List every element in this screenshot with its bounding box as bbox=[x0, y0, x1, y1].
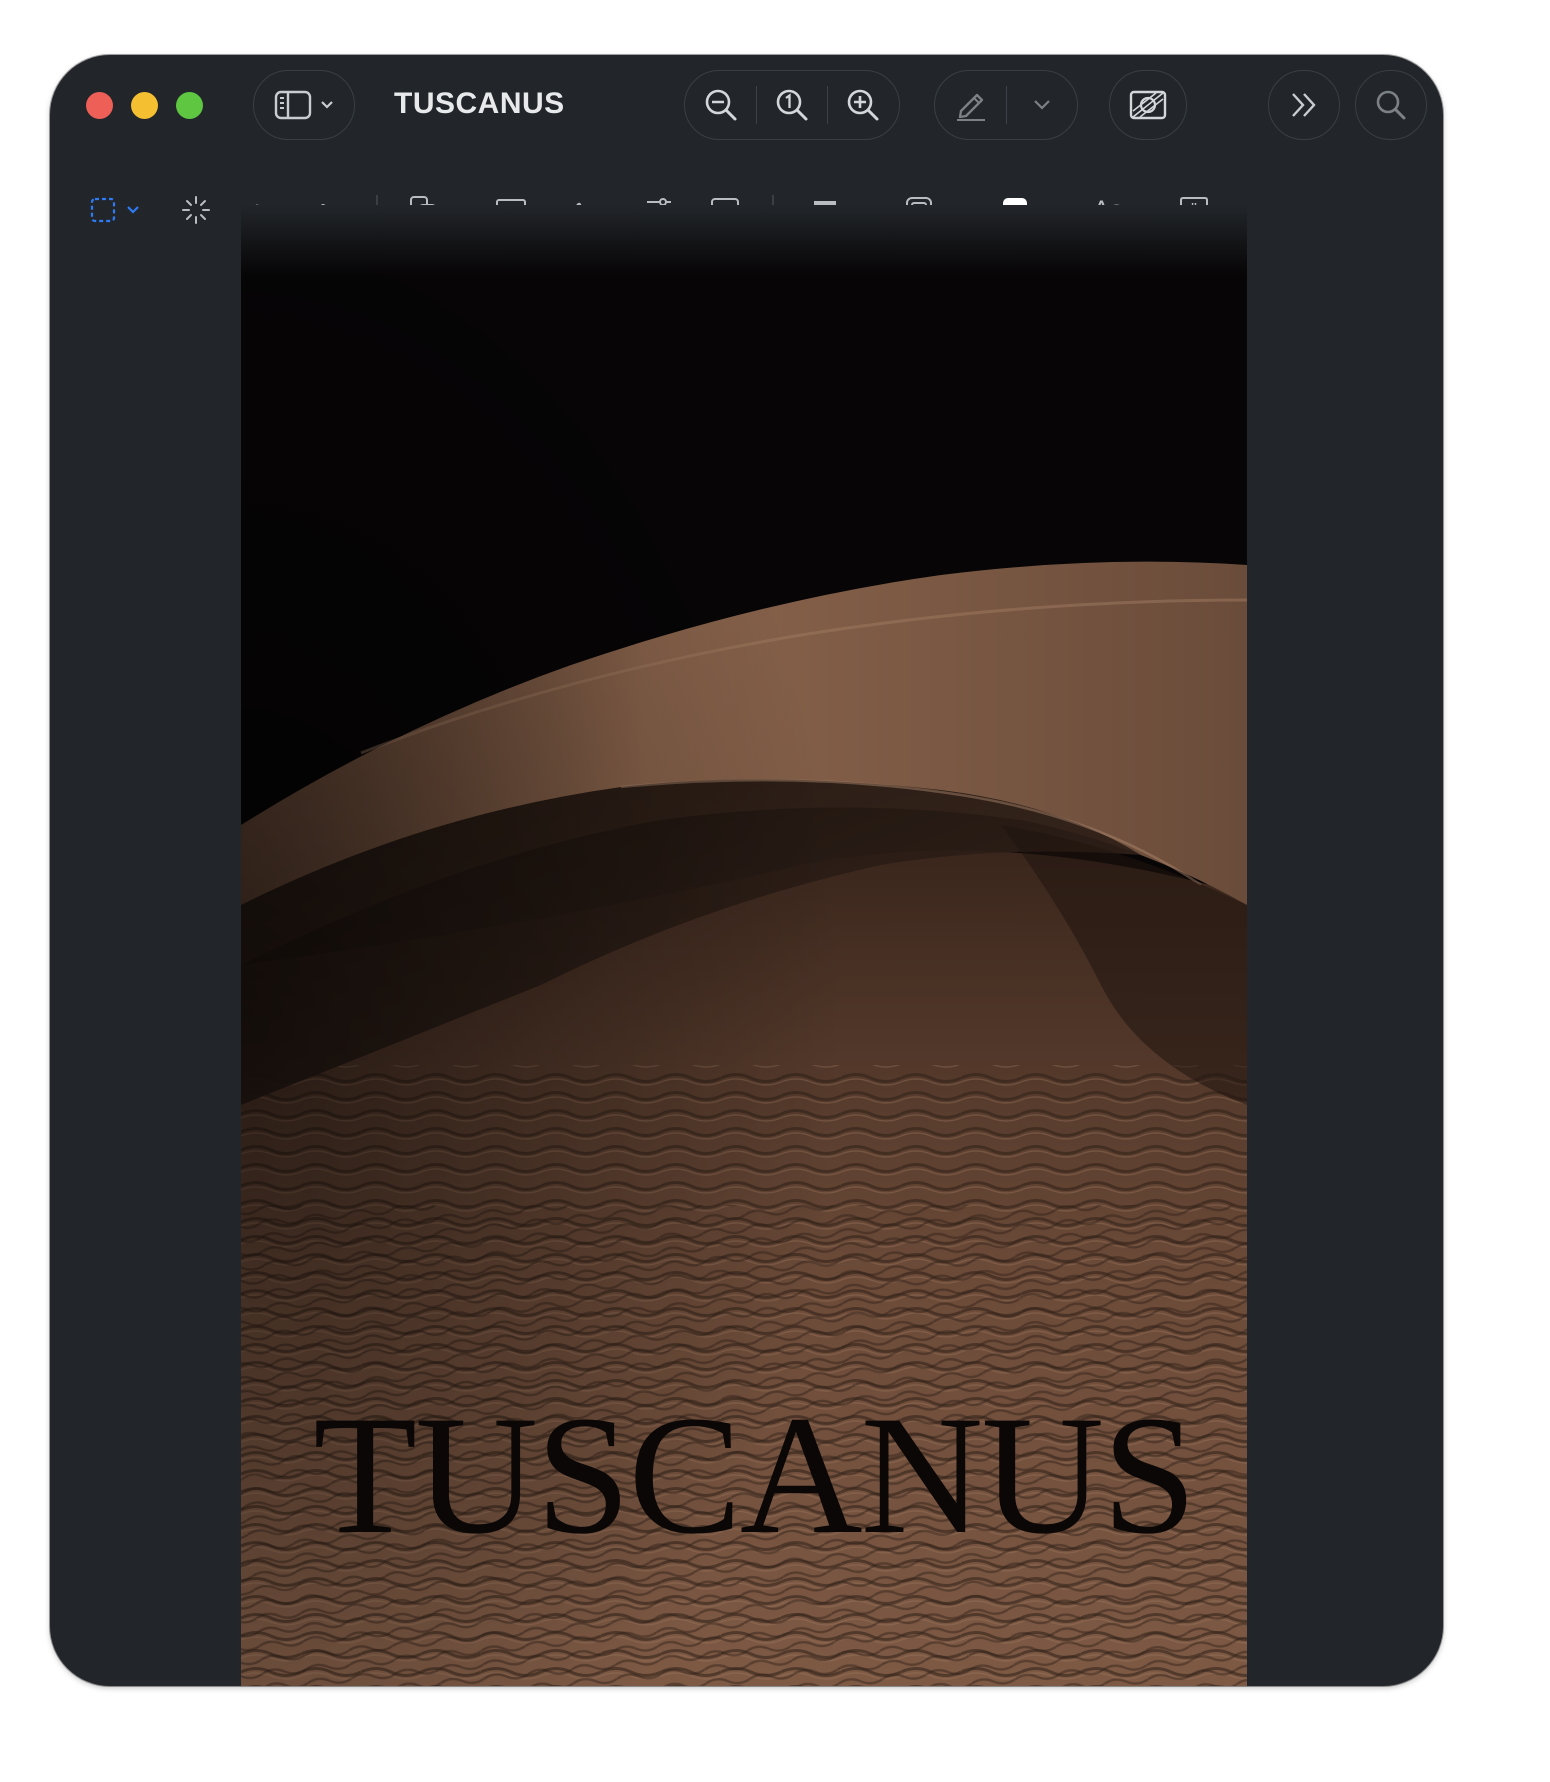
more-tools-button[interactable] bbox=[1268, 70, 1340, 140]
selection-tool-button[interactable] bbox=[88, 192, 140, 228]
chevron-down-icon bbox=[126, 205, 140, 215]
photo-edit-button[interactable] bbox=[1109, 70, 1187, 140]
search-icon bbox=[1374, 88, 1408, 122]
chevron-down-icon bbox=[320, 100, 334, 110]
sidebar-toggle-icon bbox=[274, 89, 314, 121]
toolbar-fade bbox=[241, 205, 1247, 275]
minimize-button[interactable] bbox=[131, 92, 158, 119]
sidebar-toggle-button[interactable] bbox=[253, 70, 355, 140]
zoom-in-button[interactable] bbox=[828, 71, 898, 139]
zoom-button[interactable] bbox=[176, 92, 203, 119]
markup-menu-button[interactable] bbox=[1007, 71, 1077, 139]
rectangular-selection-icon bbox=[88, 195, 118, 225]
instant-alpha-icon bbox=[180, 194, 212, 226]
zoom-out-icon bbox=[703, 87, 739, 123]
title-bar: TUSCANUS bbox=[50, 55, 1443, 175]
chevron-double-right-icon bbox=[1287, 90, 1321, 120]
markup-button[interactable] bbox=[936, 71, 1006, 139]
poster-title: TUSCANUS bbox=[313, 1381, 1196, 1569]
search-button[interactable] bbox=[1355, 70, 1427, 140]
photo-adjust-icon bbox=[1128, 89, 1168, 121]
actual-size-button[interactable] bbox=[757, 71, 827, 139]
actual-size-icon bbox=[774, 87, 810, 123]
zoom-controls bbox=[684, 70, 900, 140]
instant-alpha-button[interactable] bbox=[180, 192, 212, 228]
close-button[interactable] bbox=[86, 92, 113, 119]
window-title: TUSCANUS bbox=[394, 87, 565, 120]
markup-control bbox=[934, 70, 1078, 140]
preview-window: TUSCANUS TUSCANUS bbox=[50, 55, 1443, 1686]
chevron-down-icon bbox=[1033, 99, 1051, 111]
pencil-icon bbox=[953, 87, 989, 123]
zoom-in-icon bbox=[845, 87, 881, 123]
document-page[interactable]: TUSCANUS bbox=[241, 205, 1247, 1686]
zoom-out-button[interactable] bbox=[686, 71, 756, 139]
